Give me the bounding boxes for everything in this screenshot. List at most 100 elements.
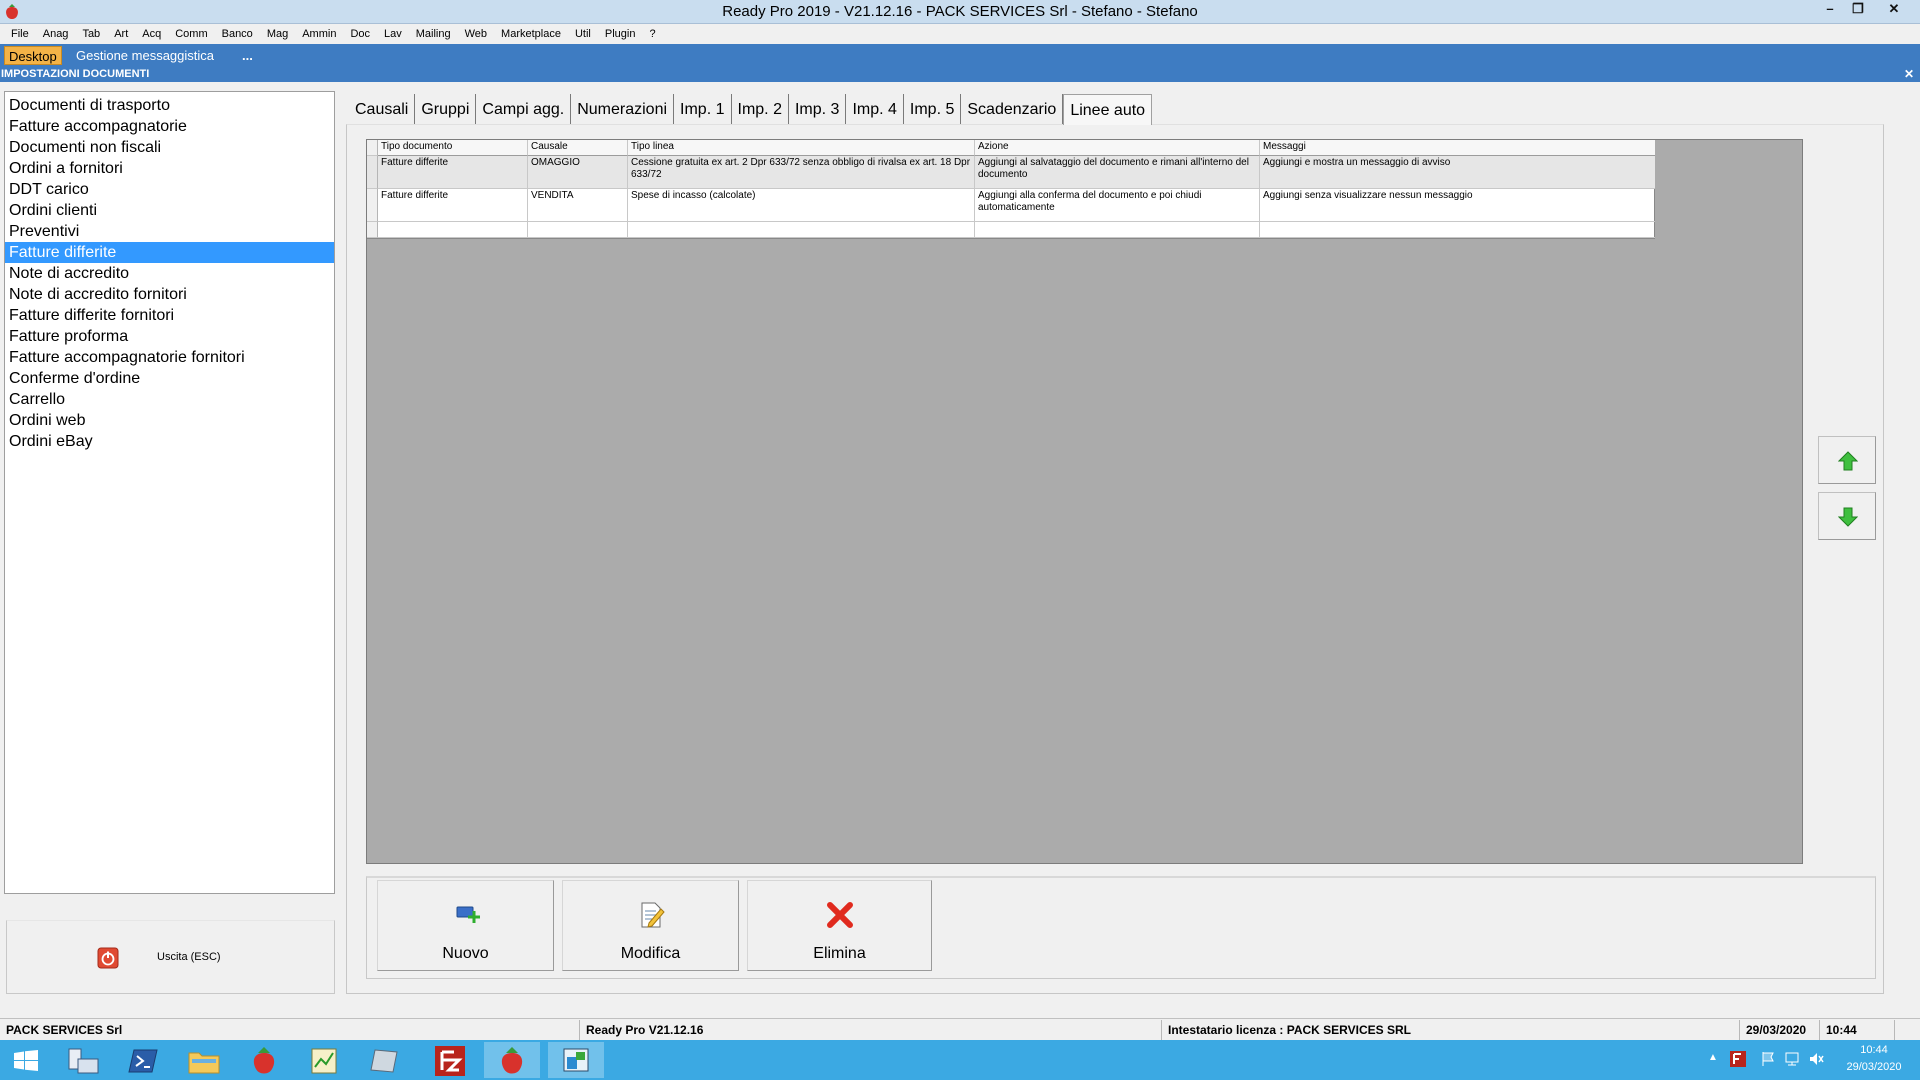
- row-header[interactable]: [367, 156, 378, 189]
- table-cell[interactable]: Fatture differite: [378, 189, 528, 222]
- table-cell-empty[interactable]: [628, 222, 975, 238]
- table-cell[interactable]: Aggiungi e mostra un messaggio di avviso: [1260, 156, 1655, 189]
- tab-campi-agg[interactable]: Campi agg.: [476, 94, 572, 124]
- list-item[interactable]: Ordini eBay: [5, 431, 334, 452]
- list-item[interactable]: Fatture differite fornitori: [5, 305, 334, 326]
- menu-doc[interactable]: Doc: [343, 24, 377, 44]
- table-cell[interactable]: Spese di incasso (calcolate): [628, 189, 975, 222]
- restore-button[interactable]: ❐: [1844, 0, 1872, 18]
- edit-button[interactable]: Modifica: [562, 880, 739, 971]
- list-item[interactable]: Note di accredito: [5, 263, 334, 284]
- menu-mailing[interactable]: Mailing: [409, 24, 458, 44]
- table-cell[interactable]: VENDITA: [528, 189, 628, 222]
- column-header[interactable]: Azione: [975, 140, 1260, 156]
- menu-tab[interactable]: Tab: [75, 24, 107, 44]
- row-header[interactable]: [367, 189, 378, 222]
- doctab-desktop[interactable]: Desktop: [4, 46, 62, 65]
- taskbar-remote-desktop[interactable]: [548, 1042, 604, 1078]
- list-item[interactable]: Ordini clienti: [5, 200, 334, 221]
- table-cell-empty[interactable]: [528, 222, 628, 238]
- table-cell-empty[interactable]: [378, 222, 528, 238]
- folder-icon: [188, 1052, 220, 1074]
- table-cell[interactable]: Aggiungi al salvataggio del documento e …: [975, 156, 1260, 189]
- list-item[interactable]: Ordini web: [5, 410, 334, 431]
- table-cell[interactable]: OMAGGIO: [528, 156, 628, 189]
- column-header[interactable]: Causale: [528, 140, 628, 156]
- list-item[interactable]: Documenti di trasporto: [5, 95, 334, 116]
- tab-imp-1[interactable]: Imp. 1: [674, 94, 732, 124]
- table-cell[interactable]: Aggiungi alla conferma del documento e p…: [975, 189, 1260, 222]
- tray-expand-icon[interactable]: ▲: [1708, 1052, 1718, 1063]
- taskbar-ready-pro-active[interactable]: [484, 1042, 540, 1078]
- tray-network-icon[interactable]: [1784, 1051, 1800, 1067]
- menu-ammin[interactable]: Ammin: [295, 24, 343, 44]
- column-header[interactable]: Messaggi: [1260, 140, 1655, 156]
- menu-marketplace[interactable]: Marketplace: [494, 24, 568, 44]
- list-item[interactable]: Carrello: [5, 389, 334, 410]
- column-header[interactable]: Tipo documento: [378, 140, 528, 156]
- title-bar: Ready Pro 2019 - V21.12.16 - PACK SERVIC…: [0, 0, 1920, 24]
- menu-util[interactable]: Util: [568, 24, 598, 44]
- menu-plugin[interactable]: Plugin: [598, 24, 643, 44]
- taskbar-clock-date[interactable]: 29/03/2020: [1836, 1061, 1912, 1073]
- tab-causali[interactable]: Causali: [349, 94, 416, 124]
- tray-filezilla-icon[interactable]: [1730, 1051, 1746, 1067]
- tab-imp-3[interactable]: Imp. 3: [789, 94, 847, 124]
- tray-flag-icon[interactable]: [1760, 1051, 1776, 1067]
- menu-banco[interactable]: Banco: [215, 24, 260, 44]
- taskbar-notepad[interactable]: [356, 1042, 412, 1078]
- close-window-button[interactable]: ✕: [1880, 0, 1908, 18]
- taskbar-powershell[interactable]: [116, 1042, 172, 1078]
- list-item[interactable]: DDT carico: [5, 179, 334, 200]
- taskbar-file-explorer[interactable]: [176, 1042, 232, 1078]
- column-header[interactable]: Tipo linea: [628, 140, 975, 156]
- tray-volume-icon[interactable]: [1808, 1051, 1824, 1067]
- tab-imp-5[interactable]: Imp. 5: [904, 94, 962, 124]
- move-up-button[interactable]: [1818, 436, 1876, 484]
- doctab-more[interactable]: ...: [238, 46, 257, 65]
- tab-numerazioni[interactable]: Numerazioni: [571, 94, 675, 124]
- taskbar-task-manager[interactable]: [296, 1042, 352, 1078]
- taskbar-clock-time[interactable]: 10:44: [1836, 1044, 1912, 1056]
- menu-mag[interactable]: Mag: [260, 24, 295, 44]
- menu-acq[interactable]: Acq: [135, 24, 168, 44]
- exit-button[interactable]: Uscita (ESC): [6, 920, 335, 994]
- table-cell-empty[interactable]: [1260, 222, 1655, 238]
- new-button[interactable]: Nuovo: [377, 880, 554, 971]
- menu-lav[interactable]: Lav: [377, 24, 409, 44]
- menu-help[interactable]: ?: [642, 24, 662, 44]
- menu-anag[interactable]: Anag: [36, 24, 76, 44]
- list-item[interactable]: Fatture proforma: [5, 326, 334, 347]
- minimize-button[interactable]: –: [1816, 0, 1844, 18]
- taskbar-filezilla[interactable]: [422, 1042, 478, 1078]
- list-item[interactable]: Fatture accompagnatorie: [5, 116, 334, 137]
- close-panel-icon[interactable]: ✕: [1904, 66, 1914, 82]
- tab-imp-4[interactable]: Imp. 4: [846, 94, 904, 124]
- move-down-button[interactable]: [1818, 492, 1876, 540]
- doctab-messaging[interactable]: Gestione messaggistica: [72, 46, 218, 65]
- list-item[interactable]: Ordini a fornitori: [5, 158, 334, 179]
- tab-scadenzario[interactable]: Scadenzario: [961, 94, 1064, 124]
- delete-button[interactable]: Elimina: [747, 880, 932, 971]
- start-button[interactable]: [0, 1042, 56, 1078]
- list-item[interactable]: Documenti non fiscali: [5, 137, 334, 158]
- list-item-selected[interactable]: Fatture differite: [5, 242, 334, 263]
- table-cell[interactable]: Aggiungi senza visualizzare nessun messa…: [1260, 189, 1655, 222]
- taskbar-server-manager[interactable]: [56, 1042, 112, 1078]
- menu-art[interactable]: Art: [107, 24, 135, 44]
- list-item[interactable]: Fatture accompagnatorie fornitori: [5, 347, 334, 368]
- row-header[interactable]: [367, 222, 378, 238]
- list-item[interactable]: Preventivi: [5, 221, 334, 242]
- tab-linee-auto[interactable]: Linee auto: [1063, 94, 1153, 125]
- menu-web[interactable]: Web: [458, 24, 494, 44]
- table-cell-empty[interactable]: [975, 222, 1260, 238]
- tab-gruppi[interactable]: Gruppi: [415, 94, 477, 124]
- menu-file[interactable]: File: [4, 24, 36, 44]
- list-item[interactable]: Conferme d'ordine: [5, 368, 334, 389]
- table-cell[interactable]: Cessione gratuita ex art. 2 Dpr 633/72 s…: [628, 156, 975, 189]
- tab-imp-2[interactable]: Imp. 2: [732, 94, 789, 124]
- table-cell[interactable]: Fatture differite: [378, 156, 528, 189]
- menu-comm[interactable]: Comm: [168, 24, 214, 44]
- taskbar-ready-pro[interactable]: [236, 1042, 292, 1078]
- list-item[interactable]: Note di accredito fornitori: [5, 284, 334, 305]
